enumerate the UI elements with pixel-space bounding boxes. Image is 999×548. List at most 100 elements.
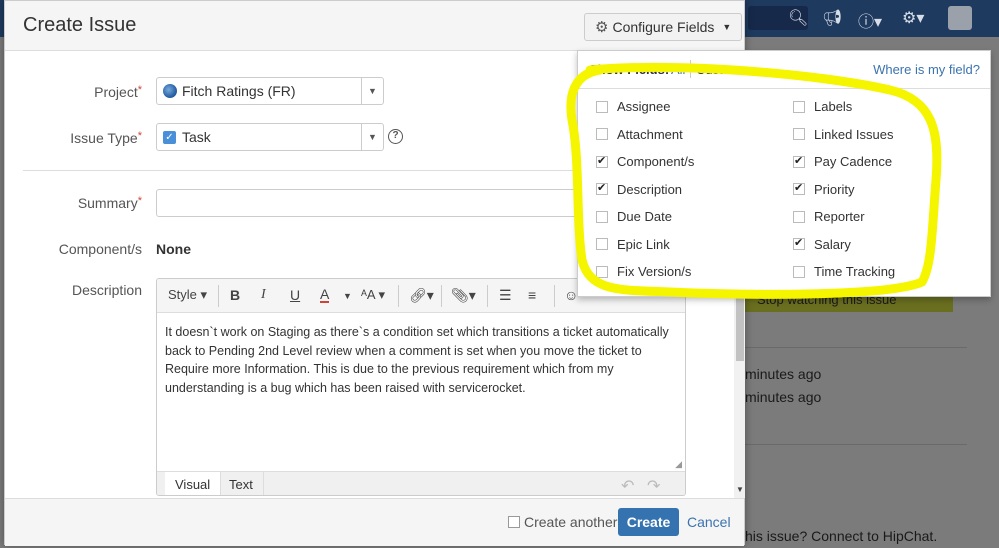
description-text[interactable]: It doesn`t work on Staging as there`s a … (165, 323, 675, 397)
megaphone-icon[interactable]: 📢︎ (822, 8, 842, 28)
tab-text[interactable]: Text (219, 472, 264, 495)
field-option-linked-issues[interactable]: Linked Issues (793, 127, 894, 142)
checkbox[interactable] (793, 154, 805, 168)
undo-icon[interactable]: ↶ (621, 476, 634, 495)
field-option-label: Linked Issues (814, 126, 894, 142)
issue-type-value: Task (182, 129, 211, 145)
dialog-title: Create Issue (23, 14, 137, 36)
field-option-label: Reporter (814, 209, 865, 224)
checkbox[interactable] (596, 210, 608, 223)
checkbox[interactable] (596, 238, 608, 250)
gear-icon[interactable]: ⚙▾ (902, 8, 924, 28)
toolbar-separator (398, 285, 399, 307)
checkbox[interactable] (793, 128, 805, 140)
components-value[interactable]: None (156, 241, 191, 257)
checkbox[interactable] (596, 128, 608, 140)
field-option-label: Labels (814, 99, 853, 114)
redo-icon[interactable]: ↷ (647, 476, 660, 495)
chevron-down-icon[interactable]: ▼ (361, 78, 383, 104)
text-color-button[interactable]: A (320, 287, 330, 303)
checkbox[interactable] (596, 265, 608, 278)
project-avatar-icon (163, 84, 177, 98)
configure-fields-header: Show Fields: All Custom Where is my fiel… (578, 51, 990, 89)
summary-input[interactable] (156, 189, 586, 217)
project-value: Fitch Ratings (FR) (182, 83, 296, 99)
activity-time: minutes ago (745, 366, 822, 382)
field-option-due-date[interactable]: Due Date (596, 209, 672, 224)
field-option-fix-version-s[interactable]: Fix Version/s (596, 264, 691, 279)
field-option-pay-cadence[interactable]: Pay Cadence (793, 154, 892, 169)
field-option-labels[interactable]: Labels (793, 99, 852, 114)
field-option-priority[interactable]: Priority (793, 181, 855, 197)
cancel-link[interactable]: Cancel (687, 514, 731, 530)
description-label: Description (71, 282, 142, 298)
checkbox[interactable] (793, 100, 805, 113)
search-icon[interactable]: 🔍︎ (788, 8, 808, 28)
field-option-salary[interactable]: Salary (793, 236, 851, 252)
chevron-down-icon[interactable]: ▼ (361, 124, 383, 150)
field-option-label: Pay Cadence (814, 154, 893, 169)
scroll-thumb[interactable] (736, 291, 744, 361)
checkbox[interactable] (793, 236, 805, 250)
toolbar-separator (554, 285, 555, 307)
field-option-component-s[interactable]: Component/s (596, 154, 694, 169)
hipchat-prompt: his issue? Connect to HipChat. (745, 528, 938, 544)
create-another-checkbox[interactable]: Create another (508, 514, 617, 530)
checkbox[interactable] (793, 265, 805, 278)
toolbar-separator (218, 285, 219, 307)
dialog-header: Create Issue ⚙ Configure Fields ▼ (5, 1, 744, 51)
dialog-footer: Create another Create Cancel (5, 498, 744, 546)
scroll-down-icon[interactable]: ▼ (736, 485, 744, 494)
bullet-list-icon[interactable]: ☰ (499, 287, 512, 304)
italic-button[interactable]: I (261, 287, 266, 303)
field-option-time-tracking[interactable]: Time Tracking (793, 264, 895, 279)
checkbox[interactable] (596, 154, 608, 168)
field-option-attachment[interactable]: Attachment (596, 127, 683, 142)
field-option-label: Epic Link (617, 236, 670, 252)
chevron-down-icon: ▼ (722, 22, 732, 32)
configure-fields-label: Configure Fields (612, 19, 715, 35)
gear-icon: ⚙ (595, 19, 609, 36)
issue-type-select[interactable]: ✓ Task ▼ (156, 123, 384, 151)
avatar[interactable] (948, 6, 972, 30)
summary-label: Summary* (77, 195, 142, 211)
tab-visual[interactable]: Visual (165, 472, 222, 495)
field-option-description[interactable]: Description (596, 181, 682, 197)
show-custom-link[interactable]: Custom (696, 62, 741, 77)
checkbox[interactable] (793, 210, 805, 223)
text-size-button[interactable]: ᴬA ▾ (361, 287, 385, 303)
checkbox[interactable] (596, 100, 608, 113)
help-icon[interactable]: ? (388, 129, 403, 144)
resize-handle-icon[interactable]: ◢ (675, 459, 682, 470)
checkbox[interactable] (793, 181, 805, 195)
divider (745, 347, 967, 348)
configure-fields-button[interactable]: ⚙ Configure Fields ▼ (584, 13, 743, 41)
numbered-list-icon[interactable]: ≡ (528, 287, 536, 303)
link-icon[interactable]: 🔗︎▾ (409, 287, 434, 304)
create-button[interactable]: Create (618, 508, 679, 536)
project-select[interactable]: Fitch Ratings (FR) ▼ (156, 77, 384, 105)
divider (745, 444, 967, 445)
field-option-label: Due Date (617, 209, 672, 224)
toolbar-separator (487, 285, 488, 307)
show-all-link[interactable]: All (671, 62, 685, 77)
issue-type-label: Issue Type* (70, 130, 142, 146)
chevron-down-icon[interactable]: ▼ (343, 291, 352, 301)
components-label: Component/s (58, 241, 142, 257)
field-option-epic-link[interactable]: Epic Link (596, 237, 670, 252)
checkbox[interactable] (508, 516, 520, 528)
where-is-my-field-link[interactable]: Where is my field? (873, 62, 980, 77)
task-icon: ✓ (163, 130, 176, 144)
checkbox[interactable] (596, 181, 608, 195)
help-icon[interactable]: ⓘ▾ (858, 8, 882, 32)
attachment-icon[interactable]: 📎︎▾ (451, 287, 476, 304)
form-divider (23, 170, 623, 171)
field-option-assignee[interactable]: Assignee (596, 99, 670, 114)
field-option-label: Priority (814, 181, 855, 197)
field-option-reporter[interactable]: Reporter (793, 209, 865, 224)
bold-button[interactable]: B (230, 287, 240, 303)
field-option-label: Time Tracking (814, 264, 896, 279)
description-editor: Style ▾ B I U A ▼ ᴬA ▾ 🔗︎▾ 📎︎▾ ☰ ≡ ☺ It … (156, 278, 686, 496)
style-dropdown[interactable]: Style ▾ (168, 287, 207, 303)
underline-button[interactable]: U (290, 287, 300, 303)
